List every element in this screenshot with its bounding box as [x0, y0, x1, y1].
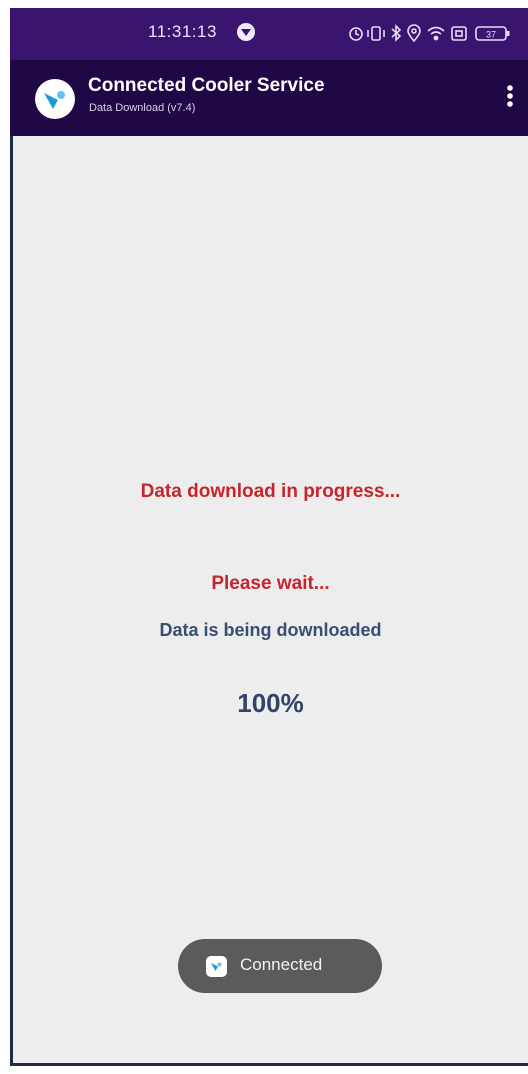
wifi-icon — [427, 26, 445, 41]
download-progress-message: Data download in progress... — [140, 481, 401, 502]
alarm-icon — [349, 27, 363, 41]
download-percent: 100% — [237, 688, 304, 718]
app-logo — [35, 79, 75, 119]
please-wait-message: Please wait... — [211, 573, 330, 594]
toast-text: Connected — [240, 955, 323, 974]
status-bar: 11:31:13 37 — [10, 8, 528, 60]
nfc-icon — [451, 26, 467, 41]
vibrate-icon — [367, 26, 385, 41]
app-bar: Connected Cooler Service Data Download (… — [10, 60, 528, 136]
overflow-menu-button[interactable] — [498, 78, 522, 114]
bluetooth-icon — [391, 24, 402, 42]
connection-toast: Connected — [178, 939, 382, 993]
app-icon — [206, 956, 227, 977]
download-status-message: Data is being downloaded — [159, 620, 382, 640]
more-vert-icon — [507, 85, 513, 107]
download-content: Data download in progress... Please wait… — [10, 136, 528, 1066]
app-title: Connected Cooler Service — [88, 75, 325, 96]
app-subtitle: Data Download (v7.4) — [89, 102, 196, 114]
battery-level: 37 — [486, 30, 496, 40]
app-notification-icon — [237, 23, 255, 41]
location-icon — [407, 24, 421, 42]
status-time: 11:31:13 — [148, 22, 217, 41]
status-icons: 37 — [349, 24, 510, 42]
